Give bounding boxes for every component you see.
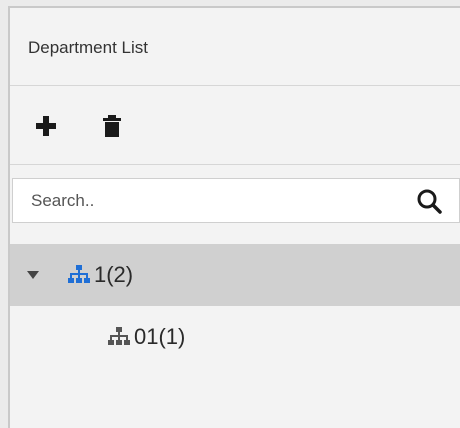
add-department-button[interactable] [34,114,58,138]
toolbar [10,86,460,165]
search-input[interactable] [31,188,391,214]
trash-icon [103,115,121,137]
org-chart-icon [108,327,130,345]
department-panel: Department List Search.. 1(2) 01(1) [8,6,460,428]
delete-department-button[interactable] [100,114,124,138]
caret-down-icon[interactable] [26,268,40,282]
panel-title: Department List [28,38,148,57]
plus-icon [36,116,56,136]
tree-node-label: 1(2) [94,262,134,287]
panel-header: Department List [10,8,460,86]
tree-node[interactable]: 01(1) [10,306,460,368]
department-tree: 1(2) 01(1) [10,244,460,368]
search-button[interactable] [415,187,443,215]
tree-node[interactable]: 1(2) [10,244,460,306]
search-box [12,178,460,223]
tree-node-label: 01(1) [134,324,186,349]
search-icon [417,189,442,214]
org-chart-icon [68,265,90,283]
